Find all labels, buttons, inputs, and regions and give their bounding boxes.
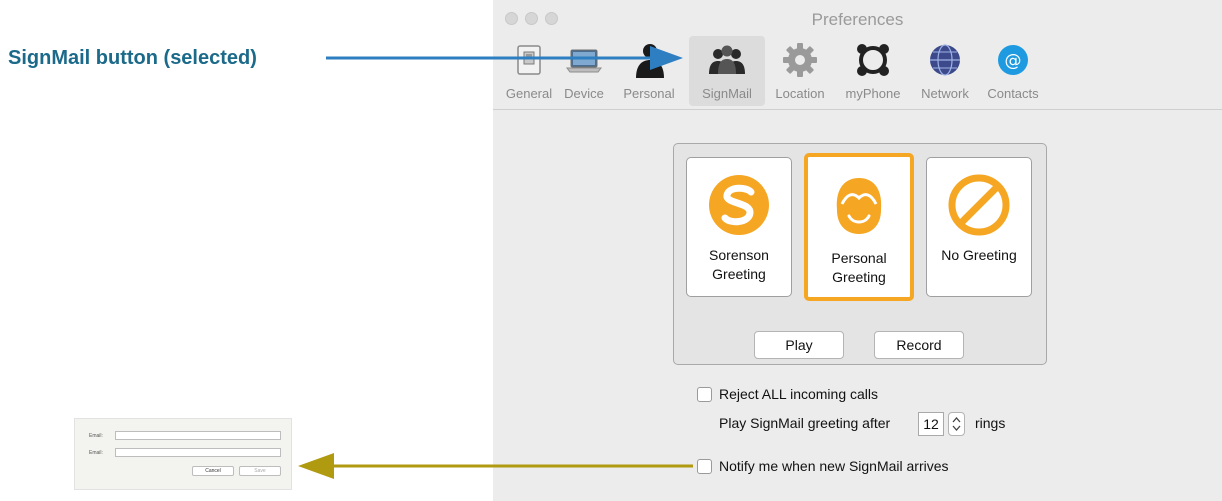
toolbar-item-network[interactable]: Network [913, 36, 977, 106]
toolbar-label-contacts: Contacts [987, 86, 1039, 101]
callout-signmail-selected: SignMail button (selected) [8, 47, 257, 69]
switch-icon [517, 45, 541, 75]
preferences-toolbar: General Device Personal SignMail Locatio… [493, 36, 1222, 108]
thumb-cancel-button: Cancel [192, 466, 234, 476]
toolbar-item-personal[interactable]: Personal [611, 36, 687, 106]
sorenson-greeting-line1: Sorenson [709, 247, 769, 263]
sorenson-greeting-tile[interactable]: Sorenson Greeting [686, 157, 792, 297]
record-button[interactable]: Record [874, 331, 964, 359]
sorenson-greeting-label: Sorenson Greeting [687, 246, 791, 284]
rings-label: rings [975, 415, 1006, 431]
rings-stepper[interactable] [948, 412, 965, 436]
play-after-label: Play SignMail greeting after [719, 415, 891, 431]
no-greeting-label: No Greeting [927, 246, 1031, 265]
sorenson-greeting-line2: Greeting [712, 266, 766, 282]
toolbar-label-myphone: myPhone [845, 86, 901, 101]
notify-signmail-label: Notify me when new SignMail arrives [719, 458, 949, 474]
person-icon [636, 44, 664, 78]
personal-greeting-line2: Greeting [832, 269, 886, 285]
no-greeting-line1: No Greeting [941, 247, 1017, 263]
toolbar-label-network: Network [921, 86, 969, 101]
personal-greeting-label: Personal Greeting [808, 249, 910, 287]
personal-greeting-line1: Personal [831, 250, 887, 266]
toolbar-label-device: Device [564, 86, 604, 101]
reject-calls-checkbox[interactable] [697, 387, 712, 402]
people-icon [709, 45, 745, 74]
face-icon [836, 178, 882, 234]
svg-text:@: @ [1005, 51, 1022, 71]
toolbar-item-device[interactable]: Device [559, 36, 609, 106]
reject-calls-label: Reject ALL incoming calls [719, 386, 879, 402]
play-button[interactable]: Play [754, 331, 844, 359]
thumb-email-field-2 [115, 448, 281, 457]
email-settings-thumbnail: Email: Email: Cancel Save [74, 418, 292, 490]
no-sign-icon [948, 174, 1010, 236]
rings-count-field[interactable]: 12 [918, 412, 944, 436]
thumb-email-label-2: Email: [89, 450, 103, 456]
toolbar-item-general[interactable]: General [501, 36, 557, 106]
stepper-arrows-icon [952, 417, 961, 431]
toolbar-item-location[interactable]: Location [767, 36, 833, 106]
title-bar: Preferences [493, 0, 1222, 36]
phone-ring-icon [857, 44, 889, 76]
toolbar-item-contacts[interactable]: @ Contacts [979, 36, 1047, 106]
window-title: Preferences [811, 10, 904, 29]
toolbar-label-signmail: SignMail [702, 86, 752, 101]
greeting-selector-box: Sorenson Greeting Personal Greeting No G… [673, 143, 1047, 365]
thumb-save-button: Save [239, 466, 281, 476]
toolbar-item-myphone[interactable]: myPhone [835, 36, 911, 106]
globe-icon [930, 44, 960, 76]
gear-icon [783, 43, 817, 77]
personal-greeting-tile[interactable]: Personal Greeting [804, 153, 914, 301]
sorenson-s-icon [709, 175, 769, 235]
thumb-email-label-1: Email: [89, 433, 103, 439]
thumb-email-field-1 [115, 431, 281, 440]
no-greeting-tile[interactable]: No Greeting [926, 157, 1032, 297]
toolbar-label-personal: Personal [623, 86, 675, 101]
notify-signmail-checkbox[interactable] [697, 459, 712, 474]
toolbar-label-general: General [505, 86, 553, 101]
preferences-window: Preferences General Device Personal Sign… [493, 0, 1222, 501]
laptop-icon [566, 49, 602, 73]
at-icon: @ [998, 45, 1028, 75]
toolbar-label-location: Location [775, 86, 825, 101]
toolbar-divider [493, 109, 1222, 110]
toolbar-item-signmail[interactable]: SignMail [689, 36, 765, 106]
